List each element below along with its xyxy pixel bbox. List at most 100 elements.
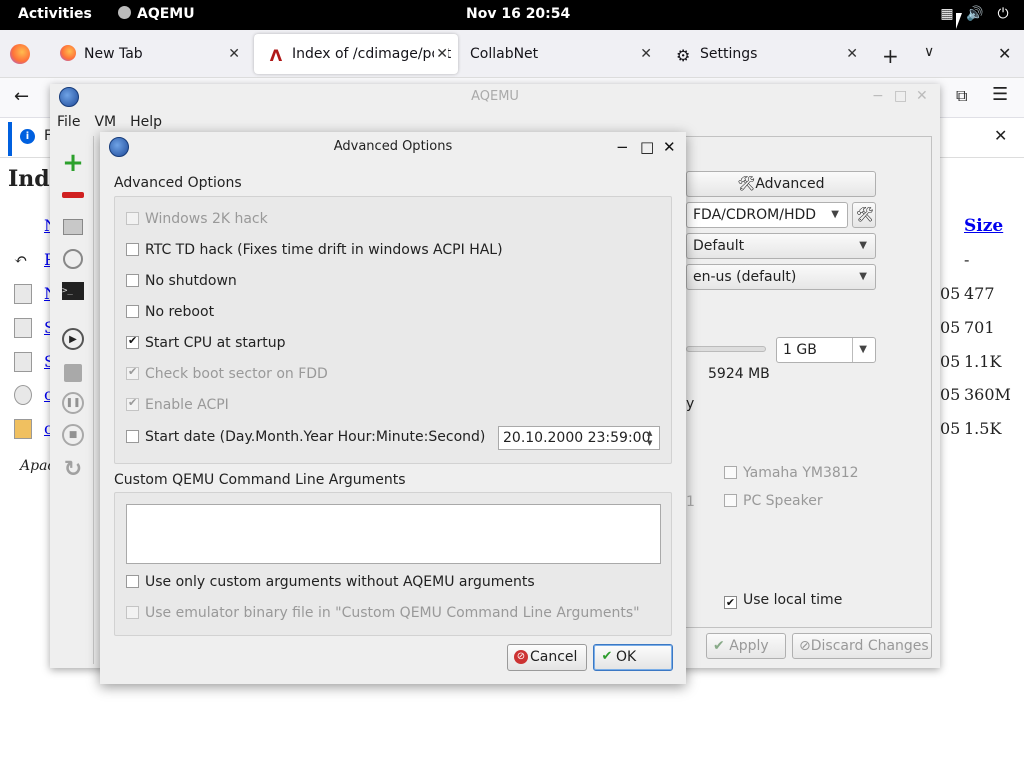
play-icon[interactable]: ▶ <box>62 328 84 350</box>
system-tray[interactable]: ▦ 🔊 ⏻ <box>938 5 1012 23</box>
boot-device-combo[interactable]: FDA/CDROM/HDD ▼ <box>686 202 848 228</box>
terminal-icon[interactable]: >_ <box>60 278 86 304</box>
clock-icon[interactable] <box>60 246 86 272</box>
checkbox-box <box>126 305 139 318</box>
add-vm-icon[interactable]: + <box>60 148 86 178</box>
yamaha-label: Yamaha YM3812 <box>743 465 859 481</box>
back-button[interactable]: ← <box>14 86 29 107</box>
disc-icon <box>14 385 32 405</box>
file-date: 05 <box>940 385 961 404</box>
tab-collabnet[interactable]: CollabNet ✕ <box>456 34 662 74</box>
app-menu[interactable]: AQEMU <box>118 6 195 22</box>
apply-button[interactable]: ✔ Apply <box>706 633 786 659</box>
checkbox-box <box>724 494 737 507</box>
close-tab-icon[interactable]: ✕ <box>434 34 448 74</box>
close-icon[interactable]: ✕ <box>916 88 928 104</box>
yamaha-checkbox[interactable]: Yamaha YM3812 <box>724 465 859 481</box>
check-icon: ✔ <box>601 649 613 664</box>
keyboard-layout-combo[interactable]: en-us (default) ▼ <box>686 264 876 290</box>
checkbox-label: No reboot <box>145 304 215 320</box>
minimize-icon[interactable]: − <box>616 138 629 156</box>
advanced-button[interactable]: 🛠Advanced <box>686 171 876 197</box>
advanced-button-label: Advanced <box>755 176 825 192</box>
app-menu-label: AQEMU <box>137 6 195 22</box>
tab-settings[interactable]: ⚙ Settings ✕ <box>662 34 868 74</box>
tab-label: New Tab <box>84 46 143 62</box>
new-tab-button[interactable]: + <box>882 44 899 68</box>
boot-settings-button[interactable]: 🛠 <box>852 202 876 228</box>
start-date-checkbox[interactable]: Start date (Day.Month.Year Hour:Minute:S… <box>126 429 485 445</box>
menu-file[interactable]: File <box>50 112 87 136</box>
app-menu-icon[interactable]: ☰ <box>992 84 1008 105</box>
no-shutdown-checkbox[interactable]: No shutdown <box>126 273 237 289</box>
advanced-options-group <box>114 196 672 464</box>
checkbox-label: Check boot sector on FDD <box>145 366 328 382</box>
file-size: 1.5K <box>964 419 1002 438</box>
enable-acpi-checkbox[interactable]: Enable ACPI <box>126 396 229 413</box>
clock[interactable]: Nov 16 20:54 <box>466 6 570 22</box>
file-size: 701 <box>964 318 995 337</box>
chevron-down-icon: ▼ <box>831 209 839 220</box>
rtc-td-hack-checkbox[interactable]: RTC TD hack (Fixes time drift in windows… <box>126 242 503 258</box>
reset-icon[interactable]: ↻ <box>60 456 86 482</box>
custom-args-textarea[interactable] <box>126 504 661 564</box>
extensions-icon[interactable]: ⧉ <box>956 86 967 106</box>
close-tab-icon[interactable]: ✕ <box>846 34 858 74</box>
use-local-time-checkbox[interactable]: ✔ Use local time <box>724 592 842 609</box>
free-memory-label: 5924 MB <box>708 366 770 382</box>
checkbox-label: Use only custom arguments without AQEMU … <box>145 574 535 590</box>
no-reboot-checkbox[interactable]: No reboot <box>126 304 214 320</box>
checkbox-box <box>126 606 139 619</box>
pause-icon[interactable]: ❚❚ <box>62 392 84 414</box>
close-tab-icon[interactable]: ✕ <box>640 34 652 74</box>
start-date-spinbox[interactable]: 20.10.2000 23:59:00 ▲ ▼ <box>498 426 660 450</box>
checkbox-box <box>126 396 139 411</box>
maximize-icon[interactable]: □ <box>894 88 907 104</box>
partial-label: y <box>686 396 695 412</box>
hdd-icon[interactable] <box>60 214 86 240</box>
use-only-custom-args-checkbox[interactable]: Use only custom arguments without AQEMU … <box>126 574 535 590</box>
file-icon <box>14 284 32 304</box>
discard-button-label: Discard Changes <box>810 638 929 654</box>
minimize-icon[interactable]: − <box>872 88 884 104</box>
close-icon[interactable]: ✕ <box>663 138 676 156</box>
cancel-button[interactable]: ⊘ Cancel <box>507 644 587 671</box>
dialog-title: Advanced Options <box>333 139 453 154</box>
firefox-icon[interactable] <box>10 44 30 64</box>
group-title: Advanced Options <box>114 175 242 191</box>
ok-button[interactable]: ✔ OK <box>593 644 673 671</box>
use-emulator-binary-checkbox[interactable]: Use emulator binary file in "Custom QEMU… <box>126 605 640 621</box>
memory-slider[interactable] <box>686 346 766 352</box>
window-title: AQEMU <box>471 89 519 104</box>
tab-new-tab[interactable]: New Tab ✕ <box>46 34 250 74</box>
delete-vm-icon[interactable] <box>60 182 86 208</box>
close-window-button[interactable]: ✕ <box>998 44 1011 63</box>
stop-icon[interactable]: ■ <box>62 424 84 446</box>
file-icon <box>14 352 32 372</box>
mouse-cursor <box>956 13 962 29</box>
notification-accent <box>8 122 12 156</box>
memory-combo[interactable]: 1 GB ▼ <box>776 337 876 363</box>
cancel-circle-icon: ⊘ <box>799 638 811 654</box>
start-cpu-checkbox[interactable]: Start CPU at startup <box>126 334 285 351</box>
close-tab-icon[interactable]: ✕ <box>228 34 240 74</box>
tab-index-cdimage[interactable]: Λ Index of /cdimage/port ✕ <box>254 34 458 74</box>
tab-label: Settings <box>700 46 758 62</box>
file-date: 05 <box>940 419 961 438</box>
group-title: Custom QEMU Command Line Arguments <box>114 472 406 488</box>
power-icon: ⏻ <box>997 6 1009 22</box>
firefox-favicon-icon <box>60 45 76 61</box>
activities-button[interactable]: Activities <box>18 6 92 22</box>
discard-changes-button[interactable]: ⊘Discard Changes <box>792 633 932 659</box>
save-icon[interactable] <box>60 360 86 386</box>
partial-label: 1 <box>686 494 695 510</box>
windows-2k-hack-checkbox[interactable]: Windows 2K hack <box>126 211 268 227</box>
pc-speaker-checkbox[interactable]: PC Speaker <box>724 493 823 509</box>
machine-combo[interactable]: Default ▼ <box>686 233 876 259</box>
list-all-tabs-button[interactable]: ∨ <box>924 44 934 60</box>
close-notification-icon[interactable]: ✕ <box>994 126 1007 145</box>
start-date-value: 20.10.2000 23:59:00 <box>503 430 651 446</box>
maximize-icon[interactable]: □ <box>640 138 654 156</box>
check-boot-sector-checkbox[interactable]: Check boot sector on FDD <box>126 365 328 382</box>
spin-arrows-icon[interactable]: ▲ ▼ <box>647 428 657 448</box>
